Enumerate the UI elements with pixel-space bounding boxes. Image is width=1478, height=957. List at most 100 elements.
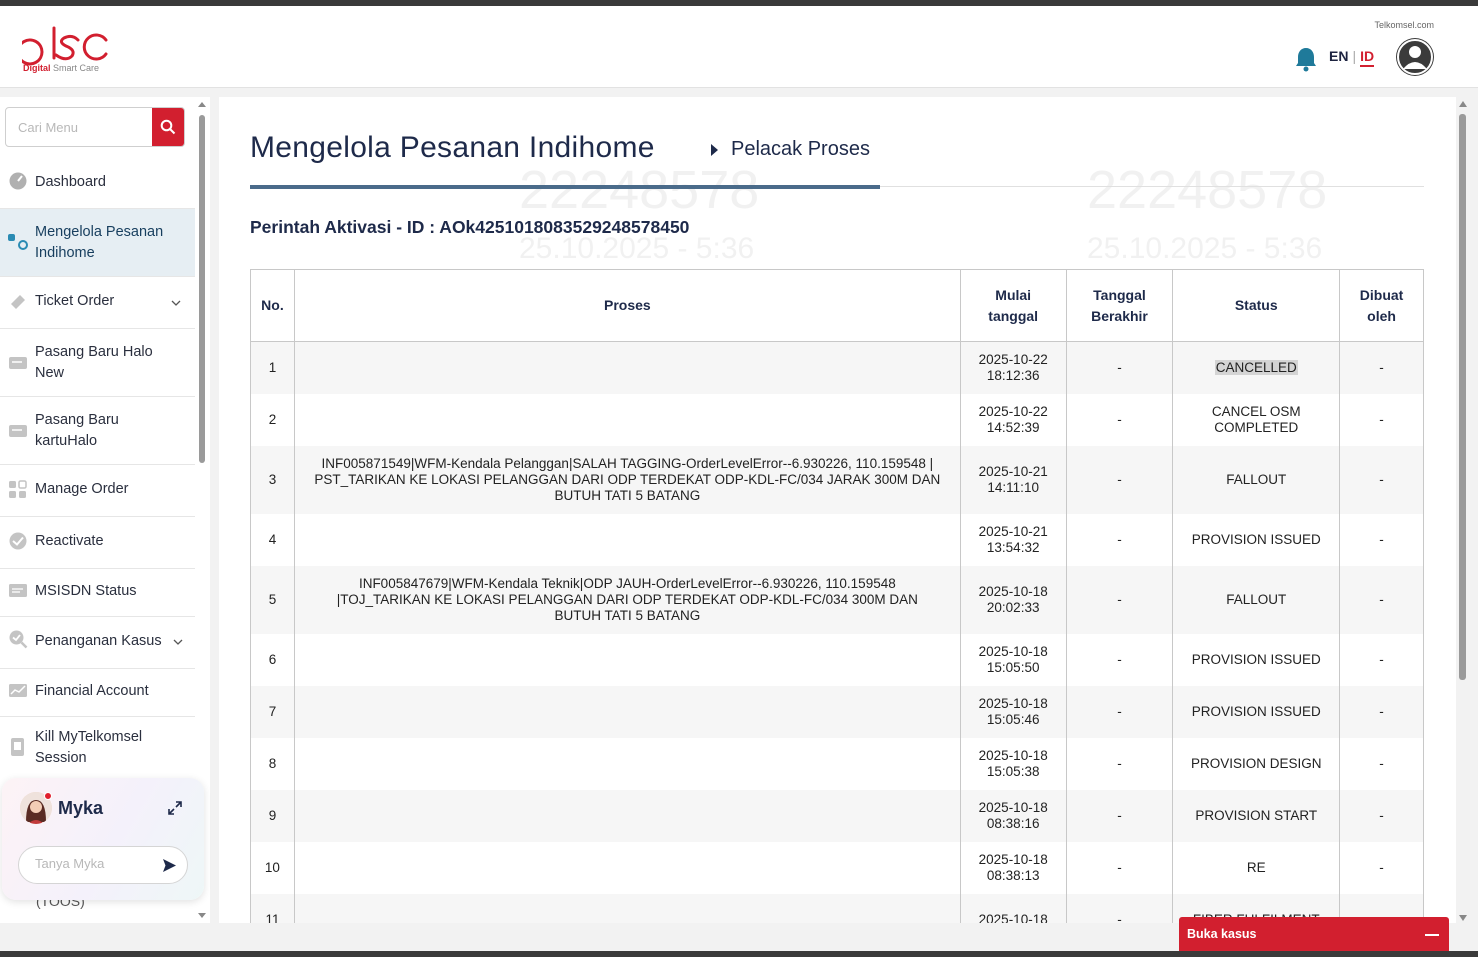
table-row[interactable]: 5 INF005847679|WFM-Kendala Teknik|ODP JA… [250, 565, 1424, 634]
scroll-down-icon[interactable] [198, 911, 206, 919]
chart-icon [9, 684, 27, 697]
menu-search [5, 107, 185, 147]
cell-no: 6 [250, 633, 295, 686]
cell-berakhir: - [1065, 841, 1174, 894]
table-row[interactable]: 2 2025-10-22 14:52:39 - CANCEL OSM COMPLE… [250, 393, 1424, 446]
cell-dibuat: - [1339, 445, 1424, 514]
scroll-down-icon[interactable] [1458, 914, 1468, 922]
bell-icon[interactable] [1294, 46, 1318, 72]
minimize-icon[interactable] [1425, 934, 1439, 936]
main-content: 22248578 25.10.2025 - 5:36 AM 22248578 2… [219, 97, 1456, 923]
cell-berakhir: - [1065, 737, 1174, 790]
cell-proses [293, 893, 961, 923]
myka-chat-input[interactable] [35, 856, 155, 871]
cell-proses: INF005847679|WFM-Kendala Teknik|ODP JAUH… [293, 565, 961, 634]
user-avatar-icon[interactable] [1396, 38, 1434, 76]
table-row[interactable]: 6 2025-10-18 15:05:50 - PROVISION ISSUED … [250, 633, 1424, 686]
language-switch: EN | ID [1329, 48, 1375, 67]
check-icon [9, 532, 27, 550]
sidebar-item-msisdn-status[interactable]: MSISDN Status [0, 569, 195, 617]
cell-dibuat: - [1339, 841, 1424, 894]
lang-separator: | [1352, 48, 1357, 64]
myka-name: Myka [58, 798, 104, 818]
sidebar-item-label: Mengelola Pesanan Indihome [35, 224, 164, 261]
sidebar-scroll-thumb[interactable] [199, 115, 205, 463]
cell-berakhir: - [1065, 789, 1174, 842]
menu-search-button[interactable] [152, 108, 184, 146]
buka-kasus-panel[interactable]: Buka kasus [1179, 917, 1449, 951]
cell-mulai: 2025-10-18 [959, 893, 1067, 923]
cell-no: 1 [250, 341, 295, 394]
cell-mulai: 2025-10-18 15:05:46 [959, 685, 1067, 738]
lang-id[interactable]: ID [1360, 48, 1375, 67]
cell-no: 10 [250, 841, 295, 894]
cell-status: PROVISION START [1172, 789, 1341, 842]
cell-berakhir: - [1065, 341, 1174, 394]
table-row[interactable]: 8 2025-10-18 15:05:38 - PROVISION DESIGN … [250, 737, 1424, 790]
cell-status: PROVISION ISSUED [1172, 685, 1341, 738]
cell-berakhir: - [1065, 513, 1174, 566]
sidebar-item-label: Ticket Order [35, 293, 115, 309]
expand-icon[interactable] [168, 801, 182, 815]
table-row[interactable]: 1 2025-10-22 18:12:36 - CANCELLED - [250, 341, 1424, 394]
col-header-no: No. [250, 269, 295, 342]
main-scroll-thumb[interactable] [1459, 114, 1466, 680]
watermark-id: 22248578 [1087, 160, 1328, 220]
myka-chat-box [18, 846, 188, 884]
logo-subtitle: Digital Smart Care [23, 63, 100, 73]
cell-proses [293, 841, 961, 894]
scroll-up-icon[interactable] [1458, 100, 1468, 108]
table-row[interactable]: 9 2025-10-18 08:38:16 - PROVISION START - [250, 789, 1424, 842]
main-scrollbar[interactable] [1458, 100, 1468, 922]
window-bottom-strip [0, 951, 1478, 957]
cell-mulai: 2025-10-18 08:38:16 [959, 789, 1067, 842]
sidebar-item-penanganan-kasus[interactable]: Penanganan Kasus [0, 617, 195, 669]
scroll-up-icon[interactable] [198, 101, 206, 109]
cell-berakhir: - [1065, 565, 1174, 634]
col-header-mulai-tanggal: Mulai tanggal [959, 269, 1067, 342]
cell-status: RE [1172, 841, 1341, 894]
telkomsel-link[interactable]: Telkomsel.com [1374, 20, 1434, 30]
sidebar-item-financial-account[interactable]: Financial Account [0, 669, 195, 717]
send-icon[interactable] [162, 858, 177, 873]
cell-dibuat: - [1339, 565, 1424, 634]
cell-proses: INF005871549|WFM-Kendala Pelanggan|SALAH… [293, 445, 961, 514]
chevron-down-icon[interactable] [173, 637, 183, 647]
lang-en[interactable]: EN [1329, 48, 1348, 64]
cell-dibuat: - [1339, 633, 1424, 686]
order-icon [8, 234, 28, 250]
sidebar-item-kill-mytelkomsel[interactable]: Kill MyTelkomsel Session [0, 717, 195, 779]
table-row[interactable]: 7 2025-10-18 15:05:46 - PROVISION ISSUED … [250, 685, 1424, 738]
watermark-timestamp: 25.10.2025 - 5:36 [1087, 232, 1323, 265]
sidebar-item-pasang-baru-kartuhalo[interactable]: Pasang Baru kartuHalo [0, 397, 195, 465]
breadcrumb[interactable]: Pelacak Proses [731, 138, 870, 161]
sidebar-item-manage-order[interactable]: Manage Order [0, 465, 195, 517]
chevron-down-icon[interactable] [171, 298, 181, 308]
table-row[interactable]: 10 2025-10-18 08:38:13 - RE - [250, 841, 1424, 894]
cell-mulai: 2025-10-22 14:52:39 [959, 393, 1067, 446]
sidebar-item-label: Pasang Baru Halo New [35, 344, 153, 381]
table-header-row: No. Proses Mulai tanggal Tanggal Berakhi… [250, 269, 1424, 342]
cell-mulai: 2025-10-22 18:12:36 [959, 341, 1067, 394]
process-tracker-table: No. Proses Mulai tanggal Tanggal Berakhi… [250, 269, 1424, 923]
table-row[interactable]: 3 INF005871549|WFM-Kendala Pelanggan|SAL… [250, 445, 1424, 514]
table-row[interactable]: 4 2025-10-21 13:54:32 - PROVISION ISSUED … [250, 513, 1424, 566]
col-header-dibuat-oleh: Dibuat oleh [1339, 269, 1424, 342]
menu-search-input[interactable] [6, 108, 154, 146]
cell-berakhir: - [1065, 633, 1174, 686]
cell-dibuat: - [1339, 685, 1424, 738]
search-check-icon [9, 630, 28, 649]
sidebar-item-ticket-order[interactable]: Ticket Order [0, 277, 195, 329]
sidebar-item-reactivate[interactable]: Reactivate [0, 517, 195, 569]
cell-no: 7 [250, 685, 295, 738]
sidebar-item-mengelola-pesanan[interactable]: Mengelola Pesanan Indihome [0, 209, 195, 277]
col-header-tanggal-berakhir: Tanggal Berakhir [1065, 269, 1174, 342]
page-title: Mengelola Pesanan Indihome [250, 131, 655, 164]
cell-no: 3 [250, 445, 295, 514]
cell-no: 11 [250, 893, 295, 923]
cell-dibuat: - [1339, 789, 1424, 842]
cell-no: 2 [250, 393, 295, 446]
sidebar-item-dashboard[interactable]: Dashboard [0, 159, 195, 209]
buka-kasus-label: Buka kasus [1187, 927, 1257, 941]
sidebar-item-pasang-baru-halo-new[interactable]: Pasang Baru Halo New [0, 329, 195, 397]
